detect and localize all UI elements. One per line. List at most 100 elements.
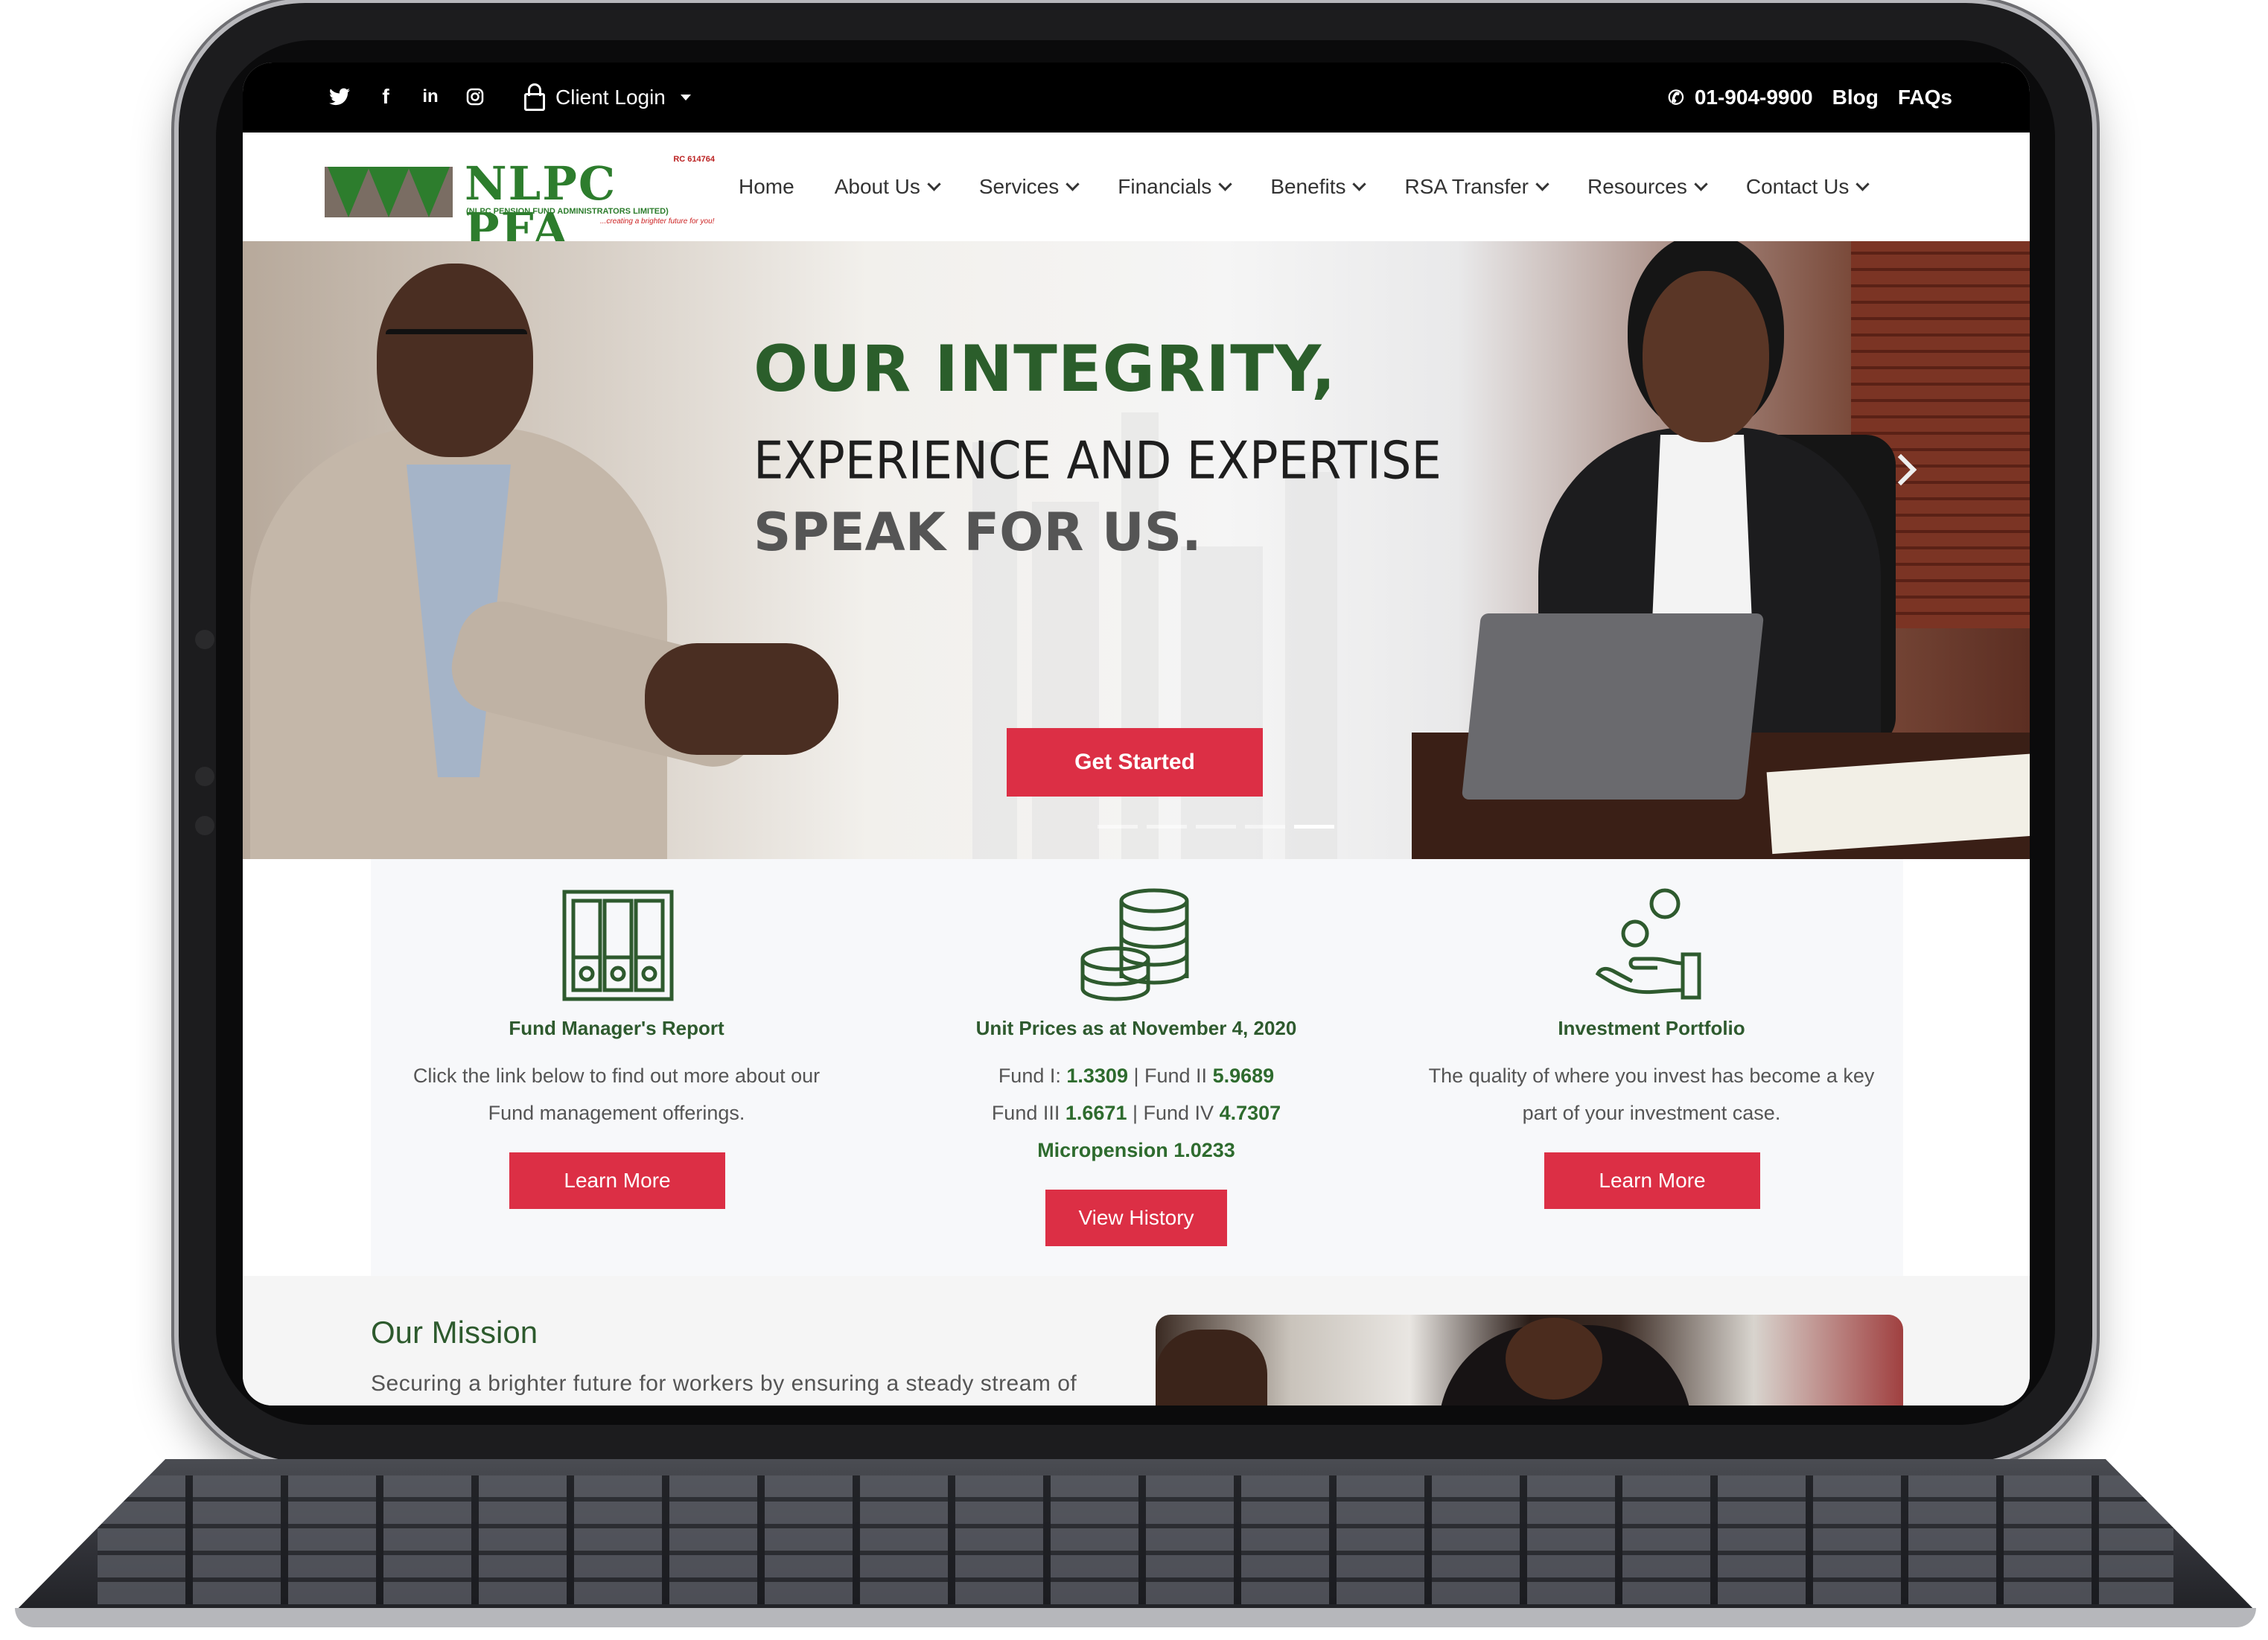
chevron-down-icon bbox=[1856, 176, 1870, 191]
phone-icon: ✆ bbox=[1668, 86, 1684, 109]
slider-dot-active[interactable] bbox=[1294, 825, 1334, 829]
fund-label: Fund I: bbox=[998, 1065, 1061, 1087]
linkedin-icon[interactable]: in bbox=[417, 83, 444, 110]
fund-label: Fund IV bbox=[1143, 1102, 1214, 1124]
fund-value: 1.3309 bbox=[1066, 1065, 1128, 1087]
unit-prices-row: Micropension 1.0233 bbox=[883, 1132, 1389, 1169]
nav-label: Home bbox=[739, 175, 794, 198]
chevron-down-icon bbox=[1694, 176, 1708, 191]
chevron-down-icon bbox=[1535, 176, 1549, 191]
description-line: Fund management offerings. bbox=[488, 1102, 745, 1124]
mission-text: Securing a brighter future for workers b… bbox=[371, 1371, 1077, 1396]
tablet-side-button bbox=[195, 630, 214, 649]
nav-about-us[interactable]: About Us bbox=[834, 175, 941, 199]
fund-label: Fund II bbox=[1144, 1065, 1208, 1087]
nav-resources[interactable]: Resources bbox=[1587, 175, 1708, 199]
unit-prices-row: Fund I: 1.3309 | Fund II 5.9689 bbox=[883, 1057, 1389, 1094]
client-login-label: Client Login bbox=[555, 86, 666, 109]
top-right-links: ✆ 01-904-9900 Blog FAQs bbox=[1668, 76, 1952, 119]
mission-section: Our Mission Securing a brighter future f… bbox=[243, 1276, 2030, 1406]
fund-report-title: Fund Manager's Report bbox=[509, 1017, 724, 1039]
logo-triangle bbox=[328, 167, 369, 217]
logo-subtitle: (NLPC PENSION FUND ADMINISTRATORS LIMITE… bbox=[466, 207, 669, 216]
description-line: The quality of where you invest has beco… bbox=[1428, 1065, 1875, 1087]
phone-number[interactable]: 01-904-9900 bbox=[1695, 86, 1813, 109]
keyboard-keys bbox=[98, 1475, 2173, 1604]
coin-stacks-icon bbox=[1080, 888, 1189, 1001]
tablet-side-button bbox=[195, 816, 214, 835]
unit-prices-card: Unit Prices as at November 4, 2020 Fund … bbox=[883, 859, 1389, 1276]
slider-dot[interactable] bbox=[1098, 825, 1138, 829]
nav-label: Financials bbox=[1118, 175, 1212, 198]
nav-contact-us[interactable]: Contact Us bbox=[1745, 175, 1870, 199]
keyboard-base bbox=[15, 1608, 2256, 1627]
client-login-dropdown[interactable]: Client Login bbox=[524, 76, 691, 119]
nav-menu: Home About Us Services Financials Benefi… bbox=[739, 133, 1908, 241]
chevron-down-icon bbox=[927, 176, 941, 191]
hero-heading-line3: SPEAK FOR US. bbox=[754, 502, 1202, 563]
hand-coins-icon bbox=[1595, 888, 1701, 1000]
description-line: part of your investment case. bbox=[1522, 1102, 1781, 1124]
slider-dot[interactable] bbox=[1196, 825, 1236, 829]
fund-label: Fund III bbox=[991, 1102, 1060, 1124]
nav-financials[interactable]: Financials bbox=[1118, 175, 1233, 199]
unit-prices-list: Fund I: 1.3309 | Fund II 5.9689 Fund III… bbox=[883, 1057, 1389, 1169]
unit-prices-row: Fund III 1.6671 | Fund IV 4.7307 bbox=[883, 1094, 1389, 1132]
blog-link[interactable]: Blog bbox=[1832, 86, 1879, 109]
nav-services[interactable]: Services bbox=[978, 175, 1080, 199]
features-section: Fund Manager's Report Click the link bel… bbox=[243, 859, 2030, 1276]
caret-down-icon bbox=[680, 95, 691, 100]
nav-label: RSA Transfer bbox=[1404, 175, 1529, 198]
tablet-side-button bbox=[195, 767, 214, 786]
instagram-icon[interactable] bbox=[462, 83, 488, 110]
mission-photo bbox=[1156, 1315, 1903, 1406]
unit-prices-title: Unit Prices as at November 4, 2020 bbox=[975, 1017, 1297, 1039]
fund-report-description: Click the link below to find out more ab… bbox=[378, 1057, 855, 1132]
nlpc-pfa-logo[interactable]: NLPC PFA RC 614764 (NLPC PENSION FUND AD… bbox=[325, 155, 718, 253]
fund-value: 1.6671 bbox=[1065, 1102, 1127, 1124]
hero-heading-line2: EXPERIENCE AND EXPERTISE bbox=[754, 432, 1442, 491]
separator: | bbox=[1133, 1065, 1139, 1087]
get-started-button[interactable]: Get Started bbox=[1007, 728, 1263, 797]
skyline-decoration bbox=[1285, 472, 1337, 859]
hero-photo-man bbox=[243, 241, 838, 859]
fund-report-card: Fund Manager's Report Click the link bel… bbox=[363, 859, 870, 1276]
skyline-decoration bbox=[1181, 546, 1263, 859]
binders-icon bbox=[562, 890, 674, 1001]
top-bar: f in Client Login ✆ 01-904-9900 Blog FAQ… bbox=[243, 63, 2030, 133]
hero-photo-woman bbox=[1412, 241, 2030, 859]
fund-value: 4.7307 bbox=[1219, 1102, 1281, 1124]
micropension-value: Micropension 1.0233 bbox=[1037, 1139, 1235, 1161]
twitter-icon[interactable] bbox=[326, 83, 353, 110]
fund-value: 5.9689 bbox=[1212, 1065, 1275, 1087]
fund-report-learn-more-button[interactable]: Learn More bbox=[509, 1152, 725, 1209]
nav-home[interactable]: Home bbox=[739, 175, 794, 199]
hero-slider: OUR INTEGRITY, EXPERIENCE AND EXPERTISE … bbox=[243, 241, 2030, 859]
view-history-button[interactable]: View History bbox=[1045, 1190, 1227, 1246]
nav-label: About Us bbox=[834, 175, 920, 198]
nav-rsa-transfer[interactable]: RSA Transfer bbox=[1404, 175, 1549, 199]
chevron-down-icon bbox=[1065, 176, 1080, 191]
nav-label: Resources bbox=[1587, 175, 1687, 198]
investment-portfolio-title: Investment Portfolio bbox=[1558, 1017, 1745, 1039]
investment-portfolio-card: Investment Portfolio The quality of wher… bbox=[1398, 859, 1905, 1276]
nav-label: Benefits bbox=[1270, 175, 1346, 198]
mission-title: Our Mission bbox=[371, 1315, 538, 1350]
separator: | bbox=[1132, 1102, 1138, 1124]
hero-heading-line1: OUR INTEGRITY, bbox=[754, 332, 1337, 406]
main-navbar: NLPC PFA RC 614764 (NLPC PENSION FUND AD… bbox=[243, 133, 2030, 253]
chevron-down-icon bbox=[1218, 176, 1233, 191]
nav-label: Services bbox=[978, 175, 1060, 198]
logo-triangle bbox=[368, 167, 410, 217]
lock-icon bbox=[524, 83, 545, 111]
investment-portfolio-description: The quality of where you invest has beco… bbox=[1413, 1057, 1890, 1132]
nav-benefits[interactable]: Benefits bbox=[1270, 175, 1367, 199]
logo-rc-number: RC 614764 bbox=[673, 155, 715, 164]
faqs-link[interactable]: FAQs bbox=[1898, 86, 1952, 109]
facebook-icon[interactable]: f bbox=[372, 83, 399, 110]
slider-dot[interactable] bbox=[1245, 825, 1285, 829]
nav-label: Contact Us bbox=[1745, 175, 1850, 198]
browser-screen: f in Client Login ✆ 01-904-9900 Blog FAQ… bbox=[243, 63, 2030, 1406]
investment-learn-more-button[interactable]: Learn More bbox=[1544, 1152, 1760, 1209]
slider-dot[interactable] bbox=[1147, 825, 1187, 829]
